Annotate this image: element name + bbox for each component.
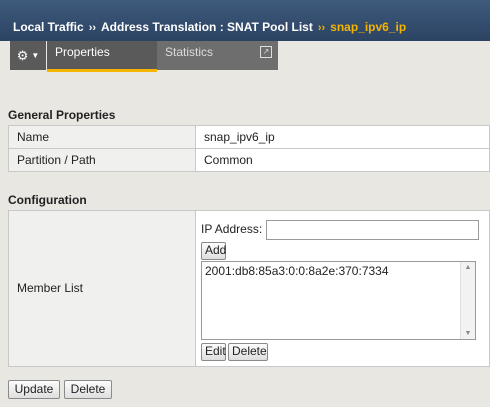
- name-value: snap_ipv6_ip: [195, 125, 490, 149]
- update-button[interactable]: Update: [8, 380, 60, 399]
- partition-path-value: Common: [195, 148, 490, 172]
- gear-menu-button[interactable]: ⚙ ▼: [10, 41, 46, 70]
- breadcrumb-separator: ››: [88, 22, 97, 34]
- delete-button[interactable]: Delete: [64, 380, 112, 399]
- general-properties-heading: General Properties: [8, 108, 116, 122]
- list-item[interactable]: 2001:db8:85a3:0:0:8a2e:370:7334: [205, 264, 389, 278]
- scrollbar[interactable]: ▲ ▼: [460, 262, 475, 339]
- ip-address-label: IP Address:: [201, 222, 263, 236]
- general-properties-table: Name snap_ipv6_ip Partition / Path Commo…: [8, 125, 490, 172]
- tab-properties[interactable]: Properties: [47, 41, 157, 72]
- breadcrumb-section[interactable]: Address Translation : SNAT Pool List: [101, 20, 313, 34]
- tab-bar: ⚙ ▼ Properties Statistics ↗: [0, 41, 490, 72]
- breadcrumb-root[interactable]: Local Traffic: [13, 20, 84, 34]
- configuration-panel: Member List IP Address: Add 2001:db8:85a…: [8, 210, 490, 367]
- delete-member-button[interactable]: Delete: [228, 343, 268, 361]
- member-list-label: Member List: [9, 211, 196, 366]
- table-row: Name snap_ipv6_ip: [8, 125, 490, 149]
- breadcrumb: Local Traffic ›› Address Translation : SNA…: [0, 0, 490, 41]
- gear-icon: ⚙: [16, 47, 29, 63]
- tab-statistics[interactable]: Statistics ↗: [157, 41, 278, 70]
- partition-path-label: Partition / Path: [8, 148, 196, 172]
- scroll-up-icon[interactable]: ▲: [463, 264, 473, 271]
- table-row: Partition / Path Common: [8, 148, 490, 172]
- name-label: Name: [8, 125, 196, 149]
- tab-statistics-label: Statistics: [165, 45, 214, 59]
- breadcrumb-current: snap_ipv6_ip: [330, 20, 407, 34]
- edit-button[interactable]: Edit: [201, 343, 226, 361]
- scroll-down-icon[interactable]: ▼: [463, 330, 473, 337]
- ip-address-input[interactable]: [266, 220, 479, 240]
- chevron-down-icon: ▼: [31, 51, 40, 60]
- breadcrumb-separator: ››: [317, 22, 326, 34]
- member-list[interactable]: 2001:db8:85a3:0:0:8a2e:370:7334 ▲ ▼: [201, 261, 476, 340]
- configuration-heading: Configuration: [8, 193, 87, 207]
- popout-icon[interactable]: ↗: [260, 46, 272, 58]
- add-button[interactable]: Add: [201, 242, 226, 260]
